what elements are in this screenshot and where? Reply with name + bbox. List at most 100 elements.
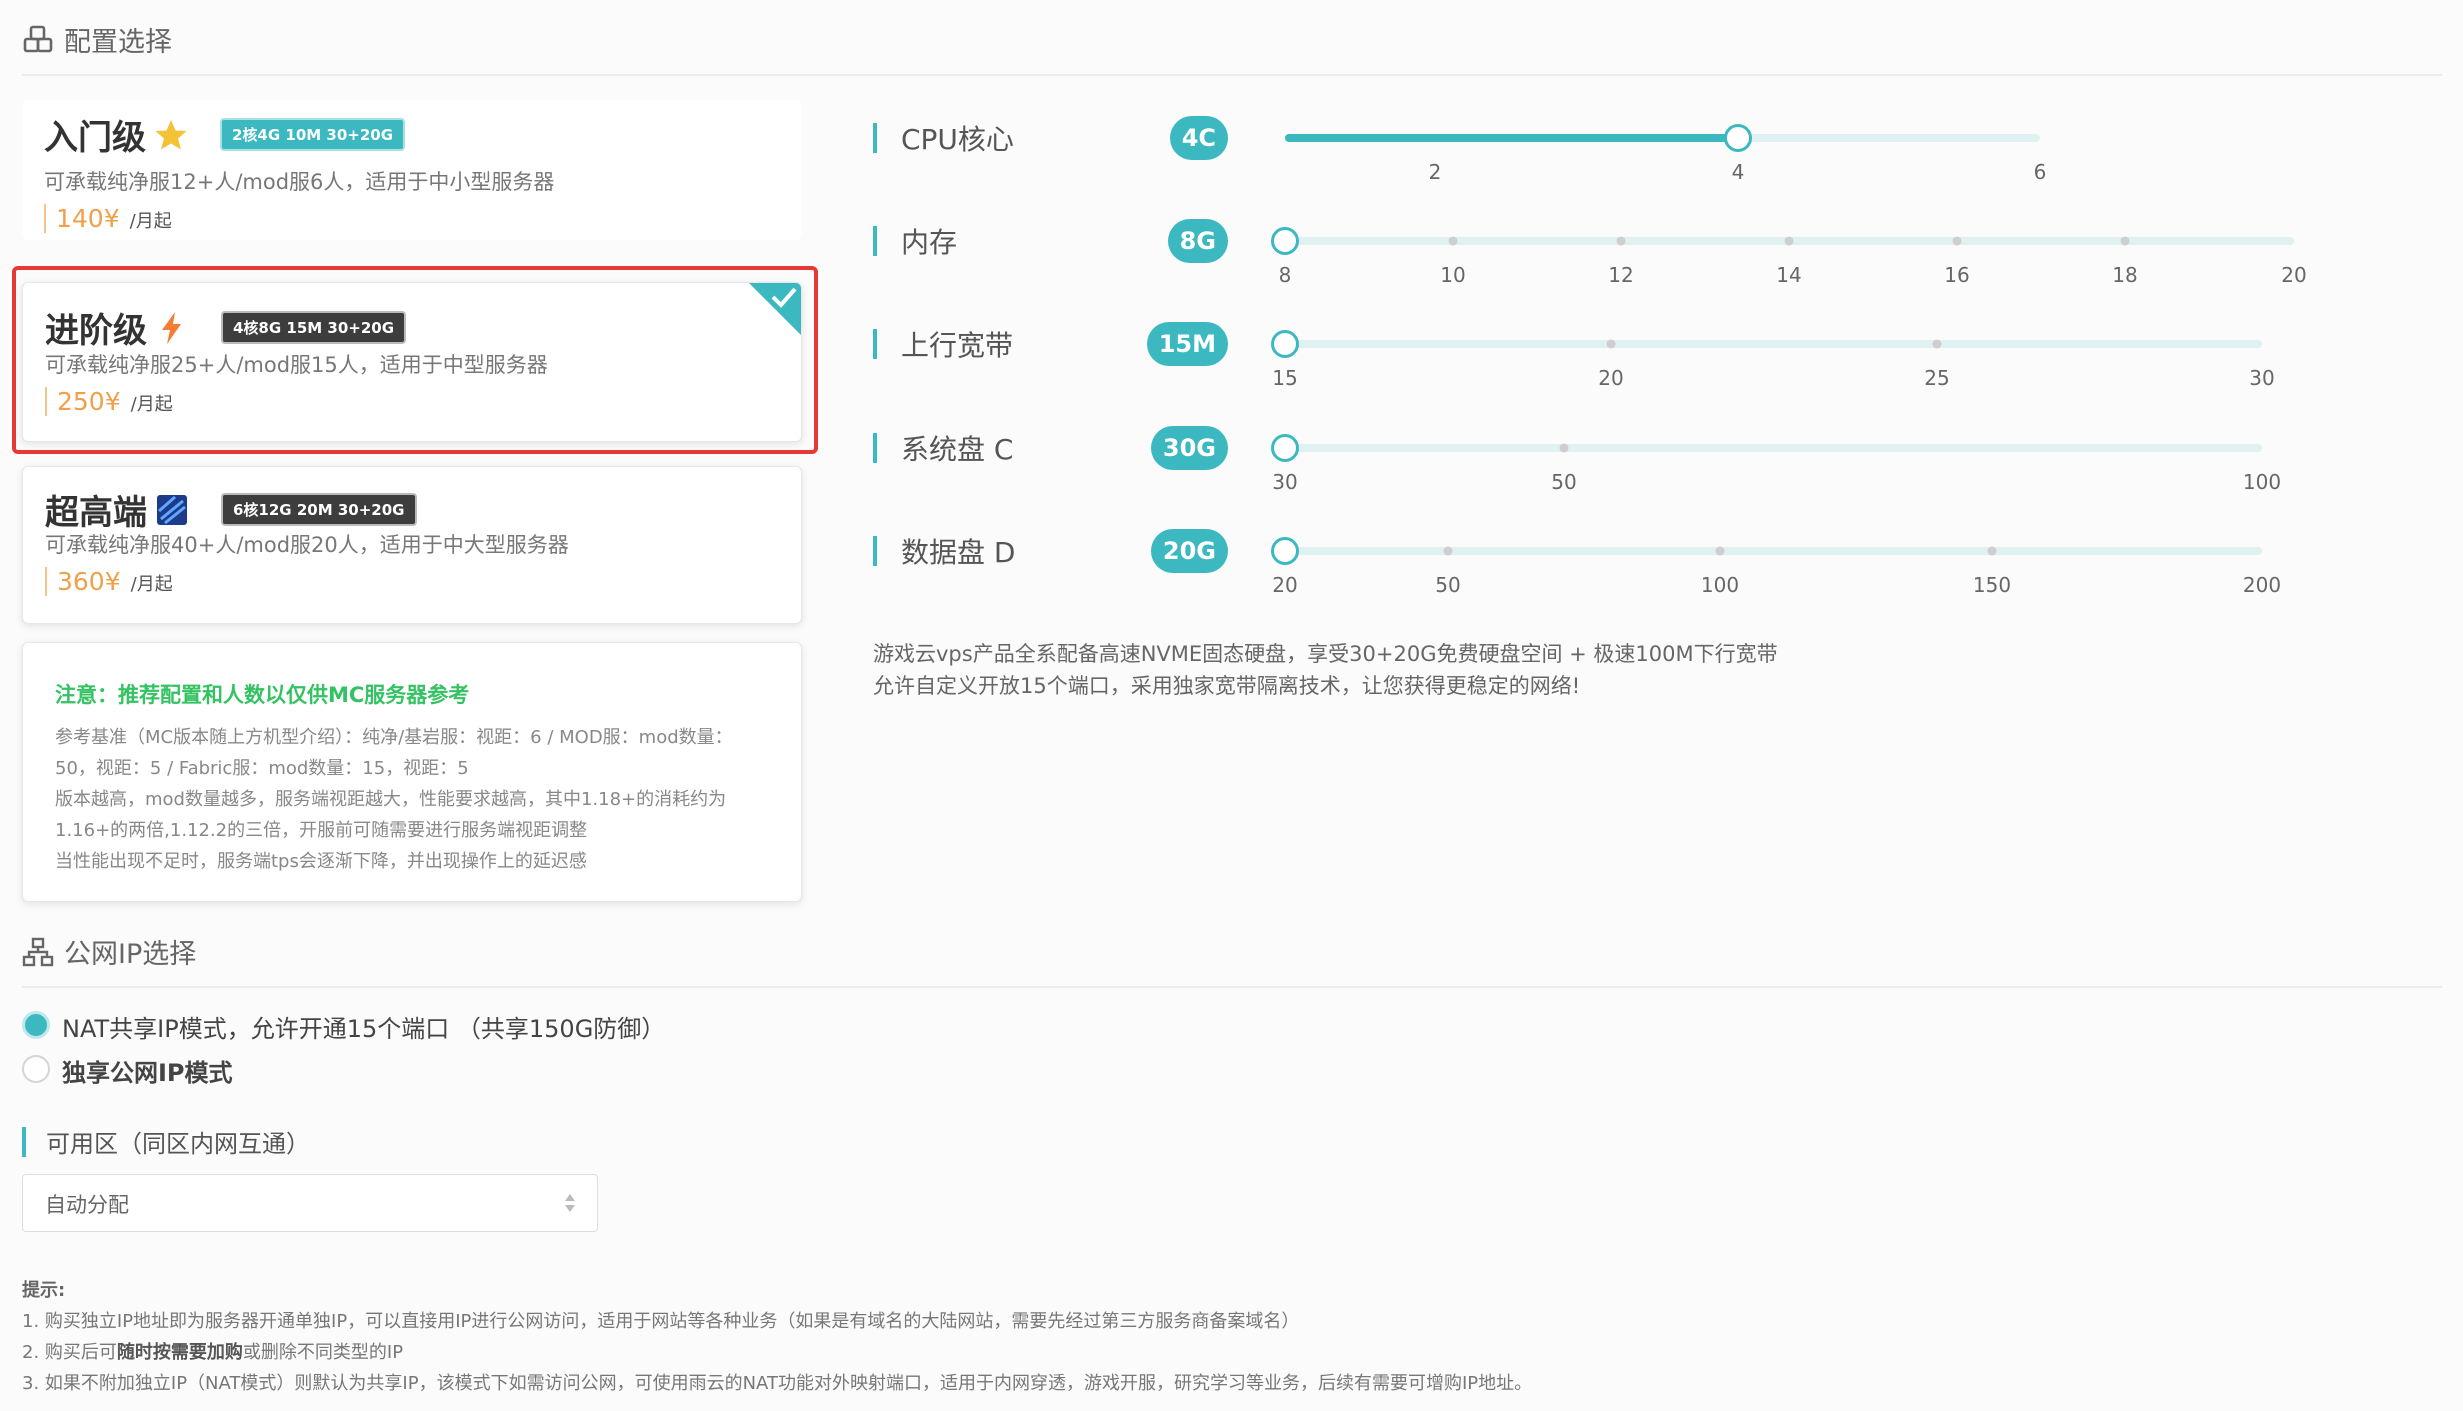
plan-description: 可承载纯净服40+人/mod服20人，适用于中大型服务器 [45, 533, 569, 557]
plan-title: 入门级 2核4G 10M 30+20G [44, 110, 406, 159]
slider-stop-dot [2120, 236, 2130, 246]
slider-tick-label: 20 [1272, 573, 1298, 597]
slider-tick-label: 20 [2281, 263, 2307, 287]
zone-select[interactable]: 自动分配 [22, 1174, 598, 1232]
network-icon [22, 937, 54, 966]
slider-tick-label: 50 [1551, 470, 1577, 494]
slider-tick-label: 15 [1272, 366, 1298, 390]
plan-price-unit: /月起 [130, 574, 173, 595]
product-info-line: 允许自定义开放15个端口，采用独家宽带隔离技术，让您获得更稳定的网络! [873, 674, 1581, 698]
bandwidth-label: 上行宽带 [873, 324, 1013, 364]
slider-tick-label: 20 [1598, 366, 1624, 390]
plan-price-value: 360¥ [57, 567, 121, 596]
note-line: 50，视距：5 / Fabric服：mod数量：15，视距：5 [55, 758, 469, 779]
plan-description: 可承载纯净服12+人/mod服6人，适用于中小型服务器 [44, 170, 555, 194]
nat-shared-ip-label[interactable]: NAT共享IP模式，允许开通15个端口 （共享150G防御） [62, 1009, 665, 1044]
tip-line-bold: 随时按需要加购 [116, 1342, 243, 1363]
data-disk-label: 数据盘 D [873, 531, 1015, 571]
bandwidth-value-badge: 15M [1146, 322, 1228, 366]
system-disk-slider-handle[interactable] [1271, 434, 1299, 462]
plan-price: 360¥ /月起 [45, 567, 173, 596]
note-line: 当性能出现不足时，服务端tps会逐渐下降，并出现操作上的延迟感 [55, 851, 587, 872]
cubes-icon [23, 25, 53, 52]
bandwidth-slider-track[interactable] [1285, 340, 2262, 348]
slider-tick-label: 18 [2112, 263, 2138, 287]
slider-stop-dot [1448, 236, 1458, 246]
memory-value-badge: 8G [1167, 219, 1228, 263]
memory-slider-handle[interactable] [1271, 227, 1299, 255]
plan-card-premium[interactable]: 超高端 6核12G 20M 30+20G 可承载纯净服40+人/mod服20人，… [22, 466, 802, 624]
bandwidth-slider-handle[interactable] [1271, 330, 1299, 358]
tip-line-prefix: 2. 购买后可 [22, 1342, 117, 1363]
cpu-value-badge: 4C [1169, 116, 1228, 160]
slider-stop-dot [1715, 546, 1725, 556]
ip-section-header: 公网IP选择 [22, 932, 196, 971]
selected-plan-highlight [12, 266, 818, 454]
cpu-label: CPU核心 [873, 118, 1014, 158]
note-line: 1.16+的两倍,1.12.2的三倍，开服前可随需要进行服务端视距调整 [55, 820, 588, 841]
slider-tick-label: 12 [1608, 263, 1634, 287]
plan-name: 入门级 [44, 118, 146, 158]
system-disk-label: 系统盘 C [873, 428, 1013, 468]
tips-title: 提示: [22, 1280, 66, 1301]
divider [22, 74, 2442, 76]
config-section-title: 配置选择 [64, 27, 172, 58]
note-line: 参考基准（MC版本随上方机型介绍）：纯净/基岩服：视距：6 / MOD服：mod… [55, 727, 733, 748]
zone-label-text: 可用区（同区内网互通） [46, 1130, 310, 1158]
plan-price-value: 140¥ [56, 204, 120, 233]
memory-label: 内存 [873, 221, 957, 261]
slider-tick-label: 50 [1435, 573, 1461, 597]
dedicated-ip-radio[interactable] [22, 1055, 50, 1083]
product-info-line: 游戏云vps产品全系配备高速NVME固态硬盘，享受30+20G免费硬盘空间 + … [873, 642, 1778, 666]
star-icon [155, 119, 187, 149]
zone-select-value: 自动分配 [45, 1193, 129, 1217]
cpu-slider-handle[interactable] [1724, 124, 1752, 152]
slider-stop-dot [1606, 339, 1616, 349]
slider-tick-label: 16 [1944, 263, 1970, 287]
slider-tick-label: 100 [1700, 573, 1740, 597]
select-arrows-icon [565, 1194, 575, 1212]
tip-line-suffix: 或删除不同类型的IP [242, 1342, 404, 1363]
data-disk-slider-handle[interactable] [1271, 537, 1299, 565]
plan-card-entry[interactable]: 入门级 2核4G 10M 30+20G 可承载纯净服12+人/mod服6人，适用… [22, 100, 802, 240]
plan-price: 140¥ /月起 [44, 204, 172, 233]
tip-line: 1. 购买独立IP地址即为服务器开通单独IP，可以直接用IP进行公网访问，适用于… [22, 1311, 1300, 1332]
tip-line: 2. 购买后可随时按需要加购或删除不同类型的IP [22, 1338, 403, 1364]
zone-label: 可用区（同区内网互通） [22, 1124, 310, 1159]
system-disk-value-badge: 30G [1150, 426, 1228, 470]
slider-stop-dot [1932, 339, 1942, 349]
slider-tick-label: 100 [2242, 470, 2282, 494]
slider-tick-label: 30 [1272, 470, 1298, 494]
slider-stop-dot [1616, 236, 1626, 246]
nat-shared-ip-radio[interactable] [22, 1011, 50, 1039]
recommendation-note: 注意：推荐配置和人数以仅供MC服务器参考 参考基准（MC版本随上方机型介绍）：纯… [22, 642, 802, 902]
slider-stop-dot [1952, 236, 1962, 246]
config-section-header: 配置选择 [22, 20, 172, 59]
slider-stop-dot [1559, 443, 1569, 453]
slider-tick-label: 2 [1428, 160, 1442, 184]
plan-title: 超高端 6核12G 20M 30+20G [45, 485, 417, 534]
dedicated-ip-label[interactable]: 独享公网IP模式 [62, 1053, 233, 1088]
plan-spec-badge: 6核12G 20M 30+20G [221, 493, 417, 526]
system-disk-slider-track[interactable] [1285, 444, 2262, 452]
data-disk-slider-track[interactable] [1285, 547, 2262, 555]
slider-tick-label: 6 [2033, 160, 2047, 184]
slider-tick-label: 14 [1776, 263, 1802, 287]
slider-tick-label: 150 [1972, 573, 2012, 597]
plan-name: 超高端 [45, 493, 147, 533]
data-disk-value-badge: 20G [1150, 529, 1228, 573]
chip-icon [157, 494, 187, 525]
tip-line: 3. 如果不附加独立IP（NAT模式）则默认为共享IP，该模式下如需访问公网，可… [22, 1373, 1533, 1394]
cpu-slider-fill [1285, 134, 1738, 142]
slider-stop-dot [1443, 546, 1453, 556]
slider-stop-dot [1784, 236, 1794, 246]
slider-tick-label: 10 [1440, 263, 1466, 287]
slider-tick-label: 200 [2242, 573, 2282, 597]
note-title: 注意：推荐配置和人数以仅供MC服务器参考 [55, 683, 470, 707]
ip-section-title: 公网IP选择 [64, 939, 197, 970]
slider-tick-label: 4 [1731, 160, 1745, 184]
slider-tick-label: 8 [1278, 263, 1292, 287]
slider-tick-label: 30 [2249, 366, 2275, 390]
note-line: 版本越高，mod数量越多，服务端视距越大，性能要求越高，其中1.18+的消耗约为 [55, 789, 727, 810]
plan-price-unit: /月起 [129, 211, 172, 232]
